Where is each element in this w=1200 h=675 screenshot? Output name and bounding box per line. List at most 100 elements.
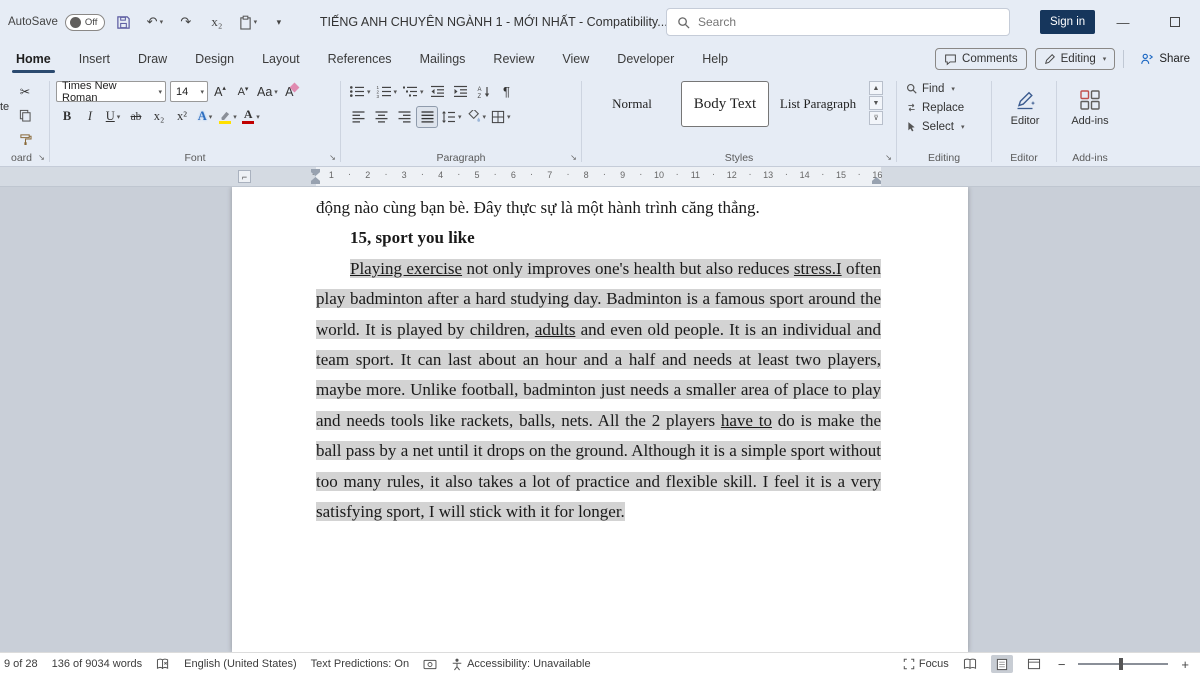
underline-button[interactable]: U▾ xyxy=(102,106,124,128)
accessibility-status[interactable]: Accessibility: Unavailable xyxy=(451,658,591,671)
editor-button[interactable]: Editor xyxy=(998,79,1052,137)
zoom-in-button[interactable]: + xyxy=(1178,657,1192,672)
read-mode-button[interactable] xyxy=(959,655,981,673)
subscript-button[interactable]: x₂ xyxy=(148,106,170,128)
strikethrough-button[interactable]: ab xyxy=(125,106,147,128)
bold-button[interactable]: B xyxy=(56,106,78,128)
paragraph-dialog-launcher[interactable]: ↘ xyxy=(568,152,579,163)
sort-button[interactable]: AZ xyxy=(473,81,495,103)
text-effects-button[interactable]: A▾ xyxy=(194,106,216,128)
editing-mode-dropdown[interactable]: Editing ▾ xyxy=(1035,48,1116,70)
superscript-button[interactable]: x² xyxy=(171,106,193,128)
highlight-color-button[interactable]: ▾ xyxy=(217,106,239,128)
document-page[interactable]: động nào cùng bạn bè. Đây thực sự là một… xyxy=(232,187,968,652)
focus-button[interactable]: Focus xyxy=(903,658,949,670)
addins-button[interactable]: Add-ins xyxy=(1063,79,1117,137)
tab-help[interactable]: Help xyxy=(700,46,730,73)
selected-paragraph[interactable]: Playing exercise not only improves one's… xyxy=(316,254,881,528)
line-spacing-button[interactable]: ▾ xyxy=(439,106,464,128)
text-predictions-status[interactable]: Text Predictions: On xyxy=(311,658,409,670)
show-formatting-marks-button[interactable]: ¶ xyxy=(496,81,518,103)
sign-in-button[interactable]: Sign in xyxy=(1040,10,1095,34)
tab-view[interactable]: View xyxy=(560,46,591,73)
print-layout-button[interactable] xyxy=(991,655,1013,673)
grow-font-button[interactable]: A▴ xyxy=(209,81,231,103)
save-button[interactable] xyxy=(112,9,136,35)
statusbar-right: Focus − + xyxy=(903,655,1192,673)
subscript-quick-button[interactable]: x₂ xyxy=(205,9,229,35)
change-case-button[interactable]: Aa▾ xyxy=(255,81,280,103)
comments-button[interactable]: Comments xyxy=(935,48,1027,70)
align-left-button[interactable] xyxy=(347,106,369,128)
font-size-combo[interactable]: 14 ▾ xyxy=(170,81,208,102)
share-button[interactable]: Share xyxy=(1132,49,1192,69)
align-center-button[interactable] xyxy=(370,106,392,128)
tab-mailings[interactable]: Mailings xyxy=(418,46,468,73)
paste-options-button[interactable]: ▾ xyxy=(236,9,260,35)
styles-scroll-up-button[interactable]: ▲ xyxy=(869,81,883,95)
align-right-button[interactable] xyxy=(393,106,415,128)
zoom-out-button[interactable]: − xyxy=(1055,657,1069,672)
shrink-font-letter: A xyxy=(238,86,245,98)
style-normal[interactable]: Normal xyxy=(588,81,676,127)
replace-button[interactable]: Replace xyxy=(903,98,985,117)
styles-scroll-down-button[interactable]: ▼ xyxy=(869,96,883,110)
search-box[interactable] xyxy=(666,8,1010,36)
paste-button[interactable]: te xyxy=(0,79,14,150)
quick-access-overflow-button[interactable]: ▾ xyxy=(267,9,291,35)
borders-button[interactable]: ▾ xyxy=(489,106,513,128)
tab-design[interactable]: Design xyxy=(193,46,236,73)
ruler-number: 12 xyxy=(727,170,737,180)
shrink-font-button[interactable]: A▾ xyxy=(232,81,254,103)
numbering-button[interactable]: 123 ▾ xyxy=(374,81,400,103)
decrease-indent-button[interactable] xyxy=(427,81,449,103)
search-input[interactable] xyxy=(698,15,999,29)
zoom-slider-thumb[interactable] xyxy=(1119,658,1123,670)
styles-gallery-expand-button[interactable]: ⊽ xyxy=(869,111,883,125)
chevron-down-icon: ▾ xyxy=(961,123,965,131)
font-name-combo[interactable]: Times New Roman ▾ xyxy=(56,81,166,102)
style-body-text[interactable]: Body Text xyxy=(681,81,769,127)
page-indicator[interactable]: 9 of 28 xyxy=(4,658,38,670)
minimize-button[interactable]: — xyxy=(1102,0,1144,44)
tab-review[interactable]: Review xyxy=(491,46,536,73)
editor-pencil-icon xyxy=(1014,89,1036,111)
cut-button[interactable]: ✂ xyxy=(14,80,36,102)
tab-layout[interactable]: Layout xyxy=(260,46,302,73)
redo-button[interactable]: ↷ xyxy=(174,9,198,35)
justify-button[interactable] xyxy=(416,106,438,128)
tab-draw[interactable]: Draw xyxy=(136,46,169,73)
language-status[interactable]: English (United States) xyxy=(184,658,297,670)
shading-button[interactable]: ▾ xyxy=(465,106,489,128)
zoom-slider[interactable] xyxy=(1078,663,1168,665)
font-dialog-launcher[interactable]: ↘ xyxy=(327,152,338,163)
styles-dialog-launcher[interactable]: ↘ xyxy=(883,152,894,163)
horizontal-ruler[interactable]: ·1·2·3·4·5·6·7·8·9·10·11·12·13·14·15·16 … xyxy=(0,167,1200,187)
web-layout-button[interactable] xyxy=(1023,655,1045,673)
format-painter-button[interactable] xyxy=(14,128,36,150)
tab-stop-selector[interactable]: ⌐ xyxy=(238,170,251,183)
tab-developer[interactable]: Developer xyxy=(615,46,676,73)
maximize-button[interactable] xyxy=(1154,0,1196,44)
bullets-button[interactable]: ▾ xyxy=(347,81,373,103)
multilevel-list-button[interactable]: ▾ xyxy=(400,81,426,103)
autosave-toggle[interactable]: Off xyxy=(65,14,105,31)
document-title[interactable]: TIẾNG ANH CHUYÊN NGÀNH 1 - MỚI NHẤT - Co… xyxy=(320,15,679,29)
font-color-button[interactable]: A ▾ xyxy=(240,106,262,128)
clear-formatting-button[interactable]: A xyxy=(281,81,303,103)
autosave-label: AutoSave xyxy=(8,16,58,28)
tab-insert[interactable]: Insert xyxy=(77,46,112,73)
style-list-paragraph[interactable]: List Paragraph xyxy=(774,81,862,127)
find-button[interactable]: Find ▾ xyxy=(903,79,985,98)
select-button[interactable]: Select ▾ xyxy=(903,117,985,136)
undo-button[interactable]: ↶▾ xyxy=(143,9,167,35)
macro-recording-icon[interactable] xyxy=(423,659,437,670)
word-count[interactable]: 136 of 9034 words xyxy=(52,658,143,670)
tab-references[interactable]: References xyxy=(326,46,394,73)
increase-indent-button[interactable] xyxy=(450,81,472,103)
proofing-errors-button[interactable] xyxy=(156,658,170,670)
copy-button[interactable] xyxy=(14,104,36,126)
tab-home[interactable]: Home xyxy=(14,46,53,73)
italic-button[interactable]: I xyxy=(79,106,101,128)
clipboard-dialog-launcher[interactable]: ↘ xyxy=(36,152,47,163)
